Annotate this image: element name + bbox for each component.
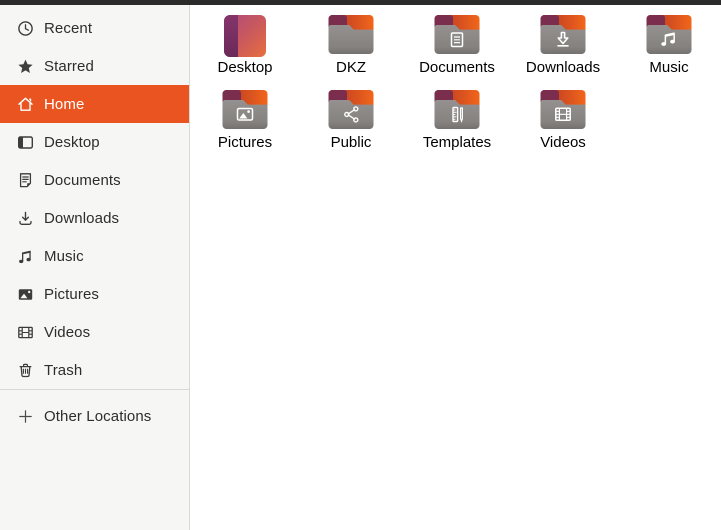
sidebar-item-pictures[interactable]: Pictures bbox=[0, 275, 189, 313]
document-icon bbox=[19, 172, 32, 187]
sidebar-item-label: Recent bbox=[44, 19, 93, 37]
desktop-gradient-tile-icon bbox=[224, 15, 266, 57]
sidebar-item-label: Other Locations bbox=[44, 407, 152, 425]
download-arrow-icon bbox=[19, 211, 32, 225]
sidebar-item-trash[interactable]: Trash bbox=[0, 351, 189, 389]
sidebar-item-label: Videos bbox=[44, 323, 91, 341]
folder-name: Desktop bbox=[217, 59, 273, 76]
folder-name: DKZ bbox=[336, 59, 366, 76]
folder-item-pictures[interactable]: Pictures bbox=[192, 85, 298, 160]
desktop-icon bbox=[18, 135, 34, 149]
music-note-icon bbox=[19, 250, 31, 263]
folder-item-music[interactable]: Music bbox=[616, 10, 721, 85]
places-sidebar: Recent Starred Home Desktop Documents Do… bbox=[0, 5, 190, 530]
sidebar-item-label: Pictures bbox=[44, 285, 99, 303]
sidebar-item-label: Trash bbox=[44, 361, 83, 379]
folder-pictures-emblem-icon bbox=[222, 90, 268, 129]
clock-icon bbox=[18, 20, 33, 36]
folder-name: Music bbox=[649, 59, 689, 76]
template-emblem bbox=[452, 106, 463, 123]
folder-item-public[interactable]: Public bbox=[298, 85, 404, 160]
sidebar-item-label: Desktop bbox=[44, 133, 100, 151]
folder-name: Pictures bbox=[217, 134, 273, 151]
sidebar-item-label: Starred bbox=[44, 57, 94, 75]
sidebar-item-starred[interactable]: Starred bbox=[0, 47, 189, 85]
sidebar-item-label: Downloads bbox=[44, 209, 120, 227]
folder-item-documents[interactable]: Documents bbox=[404, 10, 510, 85]
sidebar-item-music[interactable]: Music bbox=[0, 237, 189, 275]
sidebar-item-downloads[interactable]: Downloads bbox=[0, 199, 189, 237]
file-icon-view: Desktop DKZ Documents Downloads Music Pi… bbox=[191, 5, 721, 530]
sidebar-item-desktop[interactable]: Desktop bbox=[0, 123, 189, 161]
folder-downloads-emblem-icon bbox=[540, 15, 586, 54]
folder-name: Downloads bbox=[525, 59, 601, 76]
star-icon bbox=[18, 59, 33, 73]
folder-name: Templates bbox=[422, 134, 492, 151]
sidebar-item-recent[interactable]: Recent bbox=[0, 9, 189, 47]
folder-grid: Desktop DKZ Documents Downloads Music Pi… bbox=[192, 10, 721, 160]
folder-item-desktop[interactable]: Desktop bbox=[192, 10, 298, 85]
sidebar-item-label: Music bbox=[44, 247, 84, 265]
folder-name: Documents bbox=[419, 59, 495, 76]
sidebar-item-label: Home bbox=[44, 95, 85, 113]
sidebar-item-home[interactable]: Home bbox=[0, 85, 189, 123]
folder-item-downloads[interactable]: Downloads bbox=[510, 10, 616, 85]
film-strip-icon bbox=[18, 326, 33, 338]
folder-item-templates[interactable]: Templates bbox=[404, 85, 510, 160]
sidebar-item-label: Documents bbox=[44, 171, 121, 189]
trash-can-icon bbox=[19, 363, 32, 377]
picture-icon bbox=[18, 288, 33, 300]
sidebar-item-other-locations[interactable]: Other Locations bbox=[0, 397, 189, 435]
home-icon bbox=[18, 97, 33, 111]
folder-name: Videos bbox=[540, 134, 586, 151]
folder-documents-emblem-icon bbox=[434, 15, 480, 54]
folder-templates-emblem-icon bbox=[434, 90, 480, 129]
folder-share-emblem-icon bbox=[328, 90, 374, 129]
share-emblem-folder bbox=[328, 90, 374, 129]
sidebar-separator bbox=[0, 389, 189, 390]
sidebar-item-documents[interactable]: Documents bbox=[0, 161, 189, 199]
sidebar-item-videos[interactable]: Videos bbox=[0, 313, 189, 351]
folder-videos-emblem-icon bbox=[540, 90, 586, 129]
folder-item-dkz[interactable]: DKZ bbox=[298, 10, 404, 85]
folder-item-videos[interactable]: Videos bbox=[510, 85, 616, 160]
folder-name: Public bbox=[330, 134, 372, 151]
folder-music-emblem-icon bbox=[646, 15, 692, 54]
plus-icon bbox=[19, 409, 32, 423]
plain-folder-icon bbox=[328, 15, 374, 54]
